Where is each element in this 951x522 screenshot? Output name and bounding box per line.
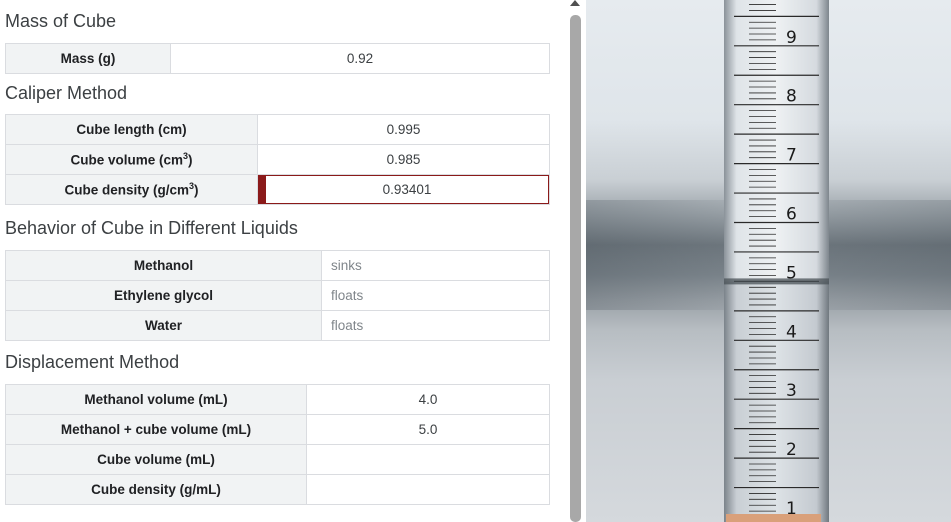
methanol-behavior[interactable]: sinks (321, 250, 550, 281)
mass-table: Mass (g) 0.92 (5, 43, 550, 74)
cube-volume-ml-input[interactable] (306, 444, 550, 475)
cube-density-gml-label: Cube density (g/mL) (5, 474, 307, 505)
mass-label: Mass (g) (5, 43, 171, 74)
data-panel: Mass of Cube Mass (g) 0.92 Caliper Metho… (0, 0, 566, 522)
cube-density-gcm3-label-text: Cube density (g/cm (64, 182, 189, 198)
table-row: Ethylene glycol floats (5, 280, 550, 311)
cube-density-gml-input[interactable] (306, 474, 550, 505)
methanol-volume-value[interactable]: 4.0 (306, 384, 550, 415)
scale-number: 3 (786, 381, 797, 401)
water-label: Water (5, 310, 322, 341)
cube-volume-cm3-label: Cube volume (cm3) (5, 144, 258, 175)
cube-density-gcm3-label: Cube density (g/cm3) (5, 174, 258, 205)
displacement-section-title: Displacement Method (5, 352, 180, 372)
caliper-section-title: Caliper Method (5, 83, 128, 103)
table-row: Mass (g) 0.92 (5, 43, 550, 74)
table-row: Cube density (g/cm3) 0.93401 (5, 174, 550, 205)
table-row: Cube volume (mL) (5, 444, 550, 475)
mass-value[interactable]: 0.92 (170, 43, 550, 74)
scale-number: 2 (786, 440, 797, 460)
scale-number: 6 (786, 205, 797, 225)
table-row: Cube volume (cm3) 0.985 (5, 144, 550, 175)
displacement-table: Methanol volume (mL) 4.0 Methanol + cube… (5, 384, 550, 505)
liquid-meniscus (724, 278, 829, 285)
water-behavior[interactable]: floats (321, 310, 550, 341)
cube-volume-ml-label: Cube volume (mL) (5, 444, 307, 475)
scroll-up-arrow-icon[interactable] (570, 0, 580, 6)
scale-number: 4 (786, 322, 797, 342)
methanol-volume-label: Methanol volume (mL) (5, 384, 307, 415)
table-row: Methanol volume (mL) 4.0 (5, 384, 550, 415)
caliper-table: Cube length (cm) 0.995 Cube volume (cm3)… (5, 114, 550, 205)
table-row: Cube length (cm) 0.995 (5, 114, 550, 145)
methanol-label: Methanol (5, 250, 322, 281)
table-row: Methanol sinks (5, 250, 550, 281)
cube-volume-cm3-value[interactable]: 0.985 (257, 144, 550, 175)
ethylene-glycol-behavior[interactable]: floats (321, 280, 550, 311)
table-row: Water floats (5, 310, 550, 341)
label-suffix: ) (188, 152, 193, 168)
cube-length-label: Cube length (cm) (5, 114, 258, 145)
cube-volume-cm3-label-text: Cube volume (cm (70, 152, 183, 168)
behavior-section-title: Behavior of Cube in Different Liquids (5, 218, 298, 238)
scale-number: 7 (786, 146, 797, 166)
cylinder-liquid (724, 281, 829, 522)
scale-number: 8 (786, 87, 797, 107)
mass-section-title: Mass of Cube (5, 11, 117, 31)
cube-length-value[interactable]: 0.995 (257, 114, 550, 145)
graduated-cylinder: 987654321 mL (724, 0, 829, 522)
methanol-cube-volume-value[interactable]: 5.0 (306, 414, 550, 445)
graduated-cylinder-photo: 987654321 mL (586, 0, 951, 522)
scale-number: 9 (786, 28, 797, 48)
cylinder-base (726, 514, 821, 522)
ethylene-glycol-label: Ethylene glycol (5, 280, 322, 311)
methanol-cube-volume-label: Methanol + cube volume (mL) (5, 414, 307, 445)
label-suffix: ) (194, 182, 199, 198)
highlighted-value-box: 0.93401 (258, 175, 549, 204)
table-row: Methanol + cube volume (mL) 5.0 (5, 414, 550, 445)
scrollbar-thumb[interactable] (570, 15, 581, 522)
table-row: Cube density (g/mL) (5, 474, 550, 505)
behavior-table: Methanol sinks Ethylene glycol floats Wa… (5, 250, 550, 341)
cube-density-gcm3-value-text: 0.93401 (382, 182, 432, 197)
cube-density-gcm3-value[interactable]: 0.93401 (257, 174, 550, 205)
